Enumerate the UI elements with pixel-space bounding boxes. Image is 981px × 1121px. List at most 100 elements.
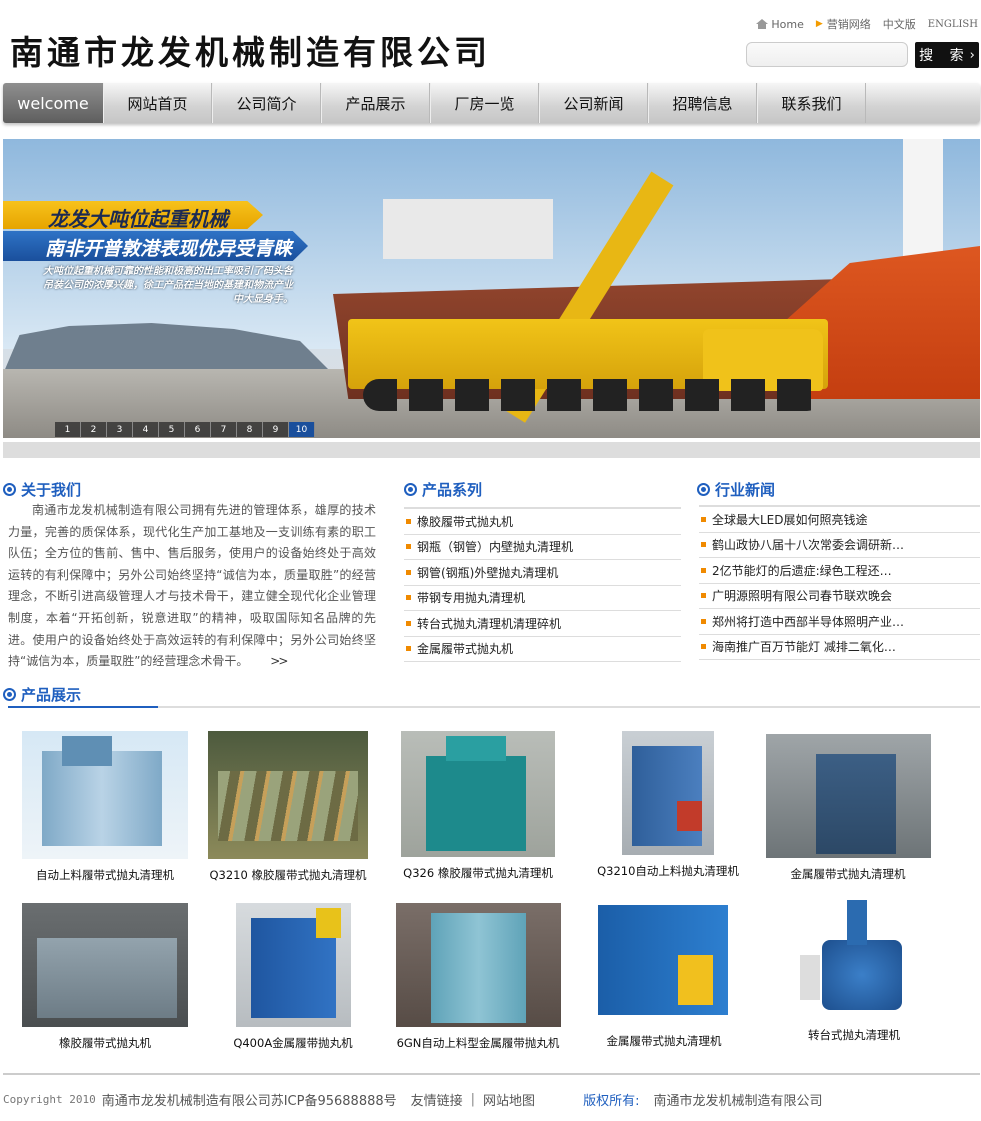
list-item-label: 广明源照明有限公司春节联欢晚会 bbox=[712, 589, 893, 604]
banner-page-button[interactable]: 5 bbox=[159, 422, 185, 437]
product-card[interactable]: 自动上料履带式抛丸清理机 bbox=[10, 731, 200, 883]
owner-name: 南通市龙发机械制造有限公司 bbox=[653, 1094, 823, 1109]
product-name[interactable]: 自动上料履带式抛丸清理机 bbox=[10, 867, 200, 883]
banner-page-button[interactable]: 9 bbox=[263, 422, 289, 437]
list-item[interactable]: 2亿节能灯的后遗症:绿色工程还… bbox=[699, 558, 980, 584]
nav-item-products[interactable]: 产品展示 bbox=[321, 83, 430, 123]
square-bullet-icon bbox=[406, 544, 411, 550]
product-name[interactable]: 转台式抛丸清理机 bbox=[766, 1027, 942, 1043]
banner-page-button[interactable]: 8 bbox=[237, 422, 263, 437]
chinese-version-link[interactable]: 中文版 bbox=[883, 16, 916, 32]
friend-links-link[interactable]: 友情链接 bbox=[411, 1090, 463, 1109]
about-title: 关于我们 bbox=[21, 481, 82, 499]
home-link[interactable]: Home bbox=[756, 17, 804, 31]
list-item-label: 金属履带式抛丸机 bbox=[417, 642, 514, 657]
search-button-label: 搜 索 bbox=[919, 48, 970, 64]
nav-item-factory[interactable]: 厂房一览 bbox=[430, 83, 539, 123]
nav-item-home[interactable]: 网站首页 bbox=[103, 83, 212, 123]
list-item[interactable]: 广明源照明有限公司春节联欢晚会 bbox=[699, 584, 980, 609]
hero-banner[interactable]: 龙发大吨位起重机械 南非开普敦港表现优异受青睐 大吨位起重机械可靠的性能和极高的… bbox=[3, 139, 980, 438]
banner-caption: 大吨位起重机械可靠的性能和极高的出工率吸引了码头各吊装公司的浓厚兴趣，徐工产品在… bbox=[43, 266, 293, 305]
product-image[interactable] bbox=[583, 895, 745, 1025]
list-item[interactable]: 郑州将打造中西部半导体照明产业… bbox=[699, 609, 980, 635]
news-title: 行业新闻 bbox=[715, 481, 776, 499]
product-image[interactable] bbox=[235, 903, 351, 1027]
square-bullet-icon bbox=[701, 618, 706, 624]
home-link-label: Home bbox=[771, 17, 804, 31]
nav-item-news[interactable]: 公司新闻 bbox=[539, 83, 648, 123]
copyright-text: Copyright 2010 bbox=[3, 1093, 96, 1106]
about-text: 南通市龙发机械制造有限公司拥有先进的管理体系，雄厚的技术力量，完善的质保体系，现… bbox=[8, 500, 376, 673]
sitemap-link[interactable]: 网站地图 bbox=[483, 1090, 535, 1109]
list-item-label: 全球最大LED展如何照亮钱途 bbox=[712, 512, 868, 527]
english-version-link[interactable]: ENGLISH bbox=[928, 19, 978, 30]
banner-page-button-active[interactable]: 10 bbox=[289, 422, 315, 437]
list-item[interactable]: 转台式抛丸清理机清理碎机 bbox=[404, 611, 681, 637]
list-item[interactable]: 橡胶履带式抛丸机 bbox=[404, 509, 681, 535]
product-card[interactable]: Q400A金属履带抛丸机 bbox=[200, 903, 386, 1051]
banner-page-button[interactable]: 1 bbox=[55, 422, 81, 437]
list-item[interactable]: 全球最大LED展如何照亮钱途 bbox=[699, 507, 980, 533]
banner-page-button[interactable]: 4 bbox=[133, 422, 159, 437]
list-item[interactable]: 海南推广百万节能灯 减排二氧化… bbox=[699, 635, 980, 660]
product-image[interactable] bbox=[22, 731, 188, 859]
product-card[interactable]: Q3210 橡胶履带式抛丸清理机 bbox=[200, 731, 376, 883]
product-card[interactable]: 金属履带式抛丸清理机 bbox=[760, 734, 936, 882]
product-card[interactable]: 转台式抛丸清理机 bbox=[766, 895, 942, 1043]
list-item[interactable]: 鹤山政协八届十八次常委会调研新… bbox=[699, 533, 980, 558]
product-name[interactable]: 金属履带式抛丸清理机 bbox=[760, 866, 936, 882]
square-bullet-icon bbox=[701, 516, 706, 522]
double-chevron-right-icon[interactable]: >> bbox=[270, 651, 288, 673]
square-bullet-icon bbox=[406, 595, 411, 601]
nav-item-about[interactable]: 公司简介 bbox=[212, 83, 321, 123]
product-name[interactable]: Q326 橡胶履带式抛丸清理机 bbox=[390, 865, 566, 881]
news-heading[interactable]: 行业新闻 bbox=[697, 479, 775, 500]
about-heading[interactable]: 关于我们 bbox=[3, 479, 81, 500]
product-name[interactable]: Q3210自动上料抛丸清理机 bbox=[580, 863, 756, 879]
product-image[interactable] bbox=[395, 903, 561, 1027]
product-name[interactable]: 橡胶履带式抛丸机 bbox=[10, 1035, 200, 1051]
square-bullet-icon bbox=[701, 593, 706, 599]
search-button[interactable]: 搜 索 › bbox=[915, 42, 979, 68]
bullet-circle-icon bbox=[697, 483, 710, 496]
news-list: 全球最大LED展如何照亮钱途 鹤山政协八届十八次常委会调研新… 2亿节能灯的后遗… bbox=[699, 505, 980, 660]
product-card[interactable]: 橡胶履带式抛丸机 bbox=[10, 903, 200, 1051]
product-name[interactable]: 6GN自动上料型金属履带抛丸机 bbox=[390, 1035, 566, 1051]
product-name[interactable]: Q3210 橡胶履带式抛丸清理机 bbox=[200, 867, 376, 883]
square-bullet-icon bbox=[406, 620, 411, 626]
banner-page-button[interactable]: 7 bbox=[211, 422, 237, 437]
square-bullet-icon bbox=[406, 646, 411, 652]
sales-network-link[interactable]: 营销网络 bbox=[827, 16, 871, 32]
square-bullet-icon bbox=[406, 518, 411, 524]
banner-page-button[interactable]: 2 bbox=[81, 422, 107, 437]
product-image[interactable] bbox=[622, 731, 714, 855]
product-image[interactable] bbox=[22, 903, 188, 1027]
product-image[interactable] bbox=[208, 731, 368, 859]
search-input[interactable] bbox=[746, 42, 908, 67]
list-item[interactable]: 带钢专用抛丸清理机 bbox=[404, 586, 681, 611]
product-image[interactable] bbox=[791, 895, 917, 1019]
product-image[interactable] bbox=[401, 731, 555, 857]
nav-item-contact[interactable]: 联系我们 bbox=[757, 83, 866, 123]
product-card[interactable]: Q326 橡胶履带式抛丸清理机 bbox=[390, 731, 566, 881]
product-card[interactable]: 金属履带式抛丸清理机 bbox=[576, 895, 752, 1049]
nav-item-jobs[interactable]: 招聘信息 bbox=[648, 83, 757, 123]
product-card[interactable]: 6GN自动上料型金属履带抛丸机 bbox=[390, 903, 566, 1051]
site-logo[interactable]: 南通市龙发机械制造有限公司 bbox=[10, 26, 491, 74]
list-item[interactable]: 金属履带式抛丸机 bbox=[404, 637, 681, 662]
product-name[interactable]: 金属履带式抛丸清理机 bbox=[576, 1033, 752, 1049]
product-image[interactable] bbox=[765, 734, 931, 858]
series-heading[interactable]: 产品系列 bbox=[404, 479, 482, 500]
list-item-label: 郑州将打造中西部半导体照明产业… bbox=[712, 614, 905, 629]
product-card[interactable]: Q3210自动上料抛丸清理机 bbox=[580, 731, 756, 879]
products-heading[interactable]: 产品展示 bbox=[3, 684, 81, 705]
list-item[interactable]: 钢管(钢瓶)外壁抛丸清理机 bbox=[404, 560, 681, 586]
home-icon bbox=[756, 19, 769, 29]
banner-page-button[interactable]: 6 bbox=[185, 422, 211, 437]
series-title: 产品系列 bbox=[422, 481, 483, 499]
banner-headline: 龙发大吨位起重机械 bbox=[48, 207, 228, 231]
list-item[interactable]: 钢瓶（钢管）内壁抛丸清理机 bbox=[404, 535, 681, 560]
product-name[interactable]: Q400A金属履带抛丸机 bbox=[200, 1035, 386, 1051]
icp-text: 南通市龙发机械制造有限公司苏ICP备95688888号 bbox=[101, 1094, 397, 1109]
banner-page-button[interactable]: 3 bbox=[107, 422, 133, 437]
